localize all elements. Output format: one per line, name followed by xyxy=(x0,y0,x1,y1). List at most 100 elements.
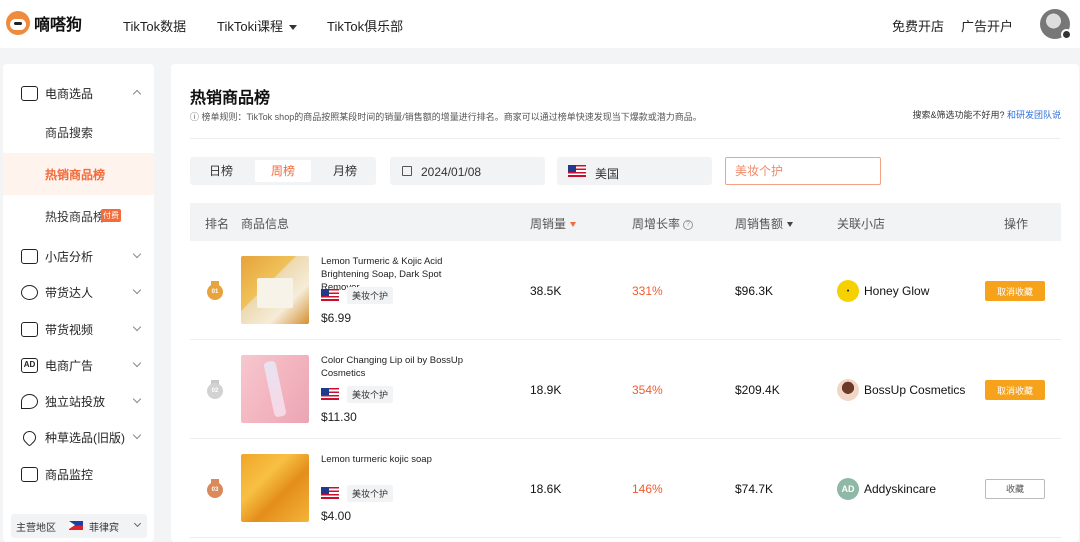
header-weekly-amount[interactable]: 周销售额 xyxy=(735,215,794,232)
sidebar-subitem-label: 热销商品榜 xyxy=(45,167,106,182)
nav-tiktok-club[interactable]: TikTok俱乐部 xyxy=(327,16,403,35)
sidebar-subitem-product-search[interactable]: 商品搜索 xyxy=(3,111,154,153)
nav-tiktok-data[interactable]: TikTok数据 xyxy=(123,16,186,35)
shop-logo[interactable] xyxy=(837,379,859,401)
product-price: $4.00 xyxy=(321,509,352,523)
store-icon xyxy=(21,248,38,264)
user-avatar[interactable] xyxy=(1040,9,1072,40)
region-value: 菲律宾 xyxy=(89,522,119,534)
lip-oil-bottle xyxy=(263,360,287,418)
favorite-button[interactable]: 收藏 xyxy=(985,479,1045,499)
table-row: 03 Lemon turmeric kojic soap 美妆个护 $4.00 … xyxy=(190,439,1061,538)
period-tabs: 日榜 周榜 月榜 xyxy=(190,157,376,185)
sidebar-item-store-analysis[interactable]: 小店分析 xyxy=(3,236,154,276)
help-question: 搜索&筛选功能不好用? xyxy=(912,110,1005,120)
page-title: 热销商品榜 xyxy=(190,90,271,107)
category-input[interactable] xyxy=(726,158,880,184)
category-tag: 美妆个护 xyxy=(347,287,394,304)
sidebar-item-label: 独立站投放 xyxy=(45,394,106,409)
region-selector[interactable]: 主营地区 菲律宾 xyxy=(11,514,147,538)
shopping-bag-icon xyxy=(21,85,38,101)
weekly-sales: 18.9K xyxy=(530,383,562,397)
weekly-growth: 331% xyxy=(632,284,663,298)
date-picker[interactable]: 2024/01/08 xyxy=(390,157,545,185)
chevron-down-icon xyxy=(132,285,142,295)
shop-name[interactable]: Honey Glow xyxy=(864,284,929,298)
nav-tiktok-course[interactable]: TikToki课程 xyxy=(217,16,297,35)
chevron-down-icon xyxy=(132,430,142,440)
tab-weekly[interactable]: 周榜 xyxy=(255,160,311,182)
country-value: 美国 xyxy=(595,167,620,181)
shop-logo[interactable]: ● xyxy=(837,280,859,302)
header-product: 商品信息 xyxy=(241,217,290,231)
rank-medal-3: 03 xyxy=(207,479,223,498)
us-flag-icon xyxy=(321,289,339,301)
shop-name[interactable]: BossUp Cosmetics xyxy=(864,383,965,397)
us-flag-icon xyxy=(321,487,339,499)
product-name[interactable]: Color Changing Lip oil by BossUp Cosmeti… xyxy=(321,354,481,380)
country-select[interactable]: 美国 xyxy=(557,157,712,185)
sidebar-item-label: 带货视频 xyxy=(45,322,94,337)
monitor-chart-icon xyxy=(21,466,38,482)
table-header: 排名 商品信息 周销量 周增长率? 周销售额 关联小店 操作 xyxy=(190,203,1061,241)
product-name[interactable]: Lemon turmeric kojic soap xyxy=(321,453,481,466)
product-thumbnail[interactable] xyxy=(241,355,309,423)
shop-name[interactable]: Addyskincare xyxy=(864,482,936,496)
question-icon[interactable]: ? xyxy=(683,219,694,230)
header-rank: 排名 xyxy=(205,217,230,231)
sidebar-subitem-label: 商品搜索 xyxy=(45,125,94,140)
date-value: 2024/01/08 xyxy=(421,165,482,179)
sidebar-item-seeding-old[interactable]: 种草选品(旧版) xyxy=(3,417,154,457)
video-icon xyxy=(21,321,38,337)
weekly-amount: $209.4K xyxy=(735,383,780,397)
weekly-amount: $96.3K xyxy=(735,284,774,298)
sidebar-item-ads[interactable]: AD 电商广告 xyxy=(3,345,154,385)
sidebar: 电商选品 商品搜索 热销商品榜 热投商品榜 付费 小店分析 带货达人 带货视频 … xyxy=(3,64,154,542)
location-icon xyxy=(21,393,38,409)
feedback-link[interactable]: 和研发团队说 xyxy=(1007,110,1061,120)
sidebar-item-label: 电商广告 xyxy=(45,358,94,373)
ranking-rule-note: ⓘ 榜单规则：TikTok shop的商品按照某段时间的销量/销售额的增量进行排… xyxy=(190,110,702,123)
category-tag: 美妆个护 xyxy=(347,485,394,502)
product-thumbnail[interactable] xyxy=(241,454,309,522)
sidebar-item-ecommerce-selection[interactable]: 电商选品 xyxy=(3,73,154,113)
header-weekly-sales[interactable]: 周销量 xyxy=(530,215,577,232)
tab-daily[interactable]: 日榜 xyxy=(193,160,249,182)
tab-monthly[interactable]: 月榜 xyxy=(317,160,373,182)
us-flag-icon xyxy=(568,165,586,177)
rank-medal-1: 01 xyxy=(207,281,223,300)
us-flag-icon xyxy=(321,388,339,400)
sidebar-item-label: 带货达人 xyxy=(45,285,94,300)
info-icon: ⓘ xyxy=(190,112,202,122)
brand-logo[interactable]: 嘀嗒狗 xyxy=(6,11,82,35)
unfavorite-button[interactable]: 取消收藏 xyxy=(985,281,1045,301)
product-name[interactable]: Lemon Turmeric & Kojic Acid Brightening … xyxy=(321,255,481,294)
paid-badge: 付费 xyxy=(101,209,121,222)
weekly-amount: $74.7K xyxy=(735,482,774,496)
product-image-box xyxy=(257,278,293,308)
chevron-down-icon xyxy=(132,322,142,332)
nav-tiktok-course-label: TikToki课程 xyxy=(217,19,283,34)
nav-free-store[interactable]: 免费开店 xyxy=(892,16,944,35)
sidebar-item-influencers[interactable]: 带货达人 xyxy=(3,272,154,312)
rank-number: 02 xyxy=(207,383,223,399)
sidebar-item-label: 商品监控 xyxy=(45,467,94,482)
sidebar-item-product-monitor[interactable]: 商品监控 xyxy=(3,454,154,494)
chevron-up-icon xyxy=(132,89,142,99)
sidebar-item-videos[interactable]: 带货视频 xyxy=(3,309,154,349)
chevron-down-icon xyxy=(132,249,142,259)
divider xyxy=(190,138,1060,139)
nav-ad-account[interactable]: 广告开户 xyxy=(961,16,1013,35)
rule-note-text: 榜单规则：TikTok shop的商品按照某段时间的销量/销售额的增量进行排名。… xyxy=(201,112,702,122)
category-tag: 美妆个护 xyxy=(347,386,394,403)
sidebar-item-label: 种草选品(旧版) xyxy=(45,430,125,445)
sidebar-item-independent-site[interactable]: 独立站投放 xyxy=(3,381,154,421)
header-action: 操作 xyxy=(1004,217,1029,231)
chevron-down-icon xyxy=(132,394,142,404)
shop-logo[interactable]: AD xyxy=(837,478,859,500)
sidebar-subitem-hot-ads-products[interactable]: 热投商品榜 付费 xyxy=(3,195,154,237)
unfavorite-button[interactable]: 取消收藏 xyxy=(985,380,1045,400)
sidebar-subitem-hot-products[interactable]: 热销商品榜 xyxy=(3,153,154,195)
product-thumbnail[interactable] xyxy=(241,256,309,324)
caret-down-icon xyxy=(288,25,297,31)
